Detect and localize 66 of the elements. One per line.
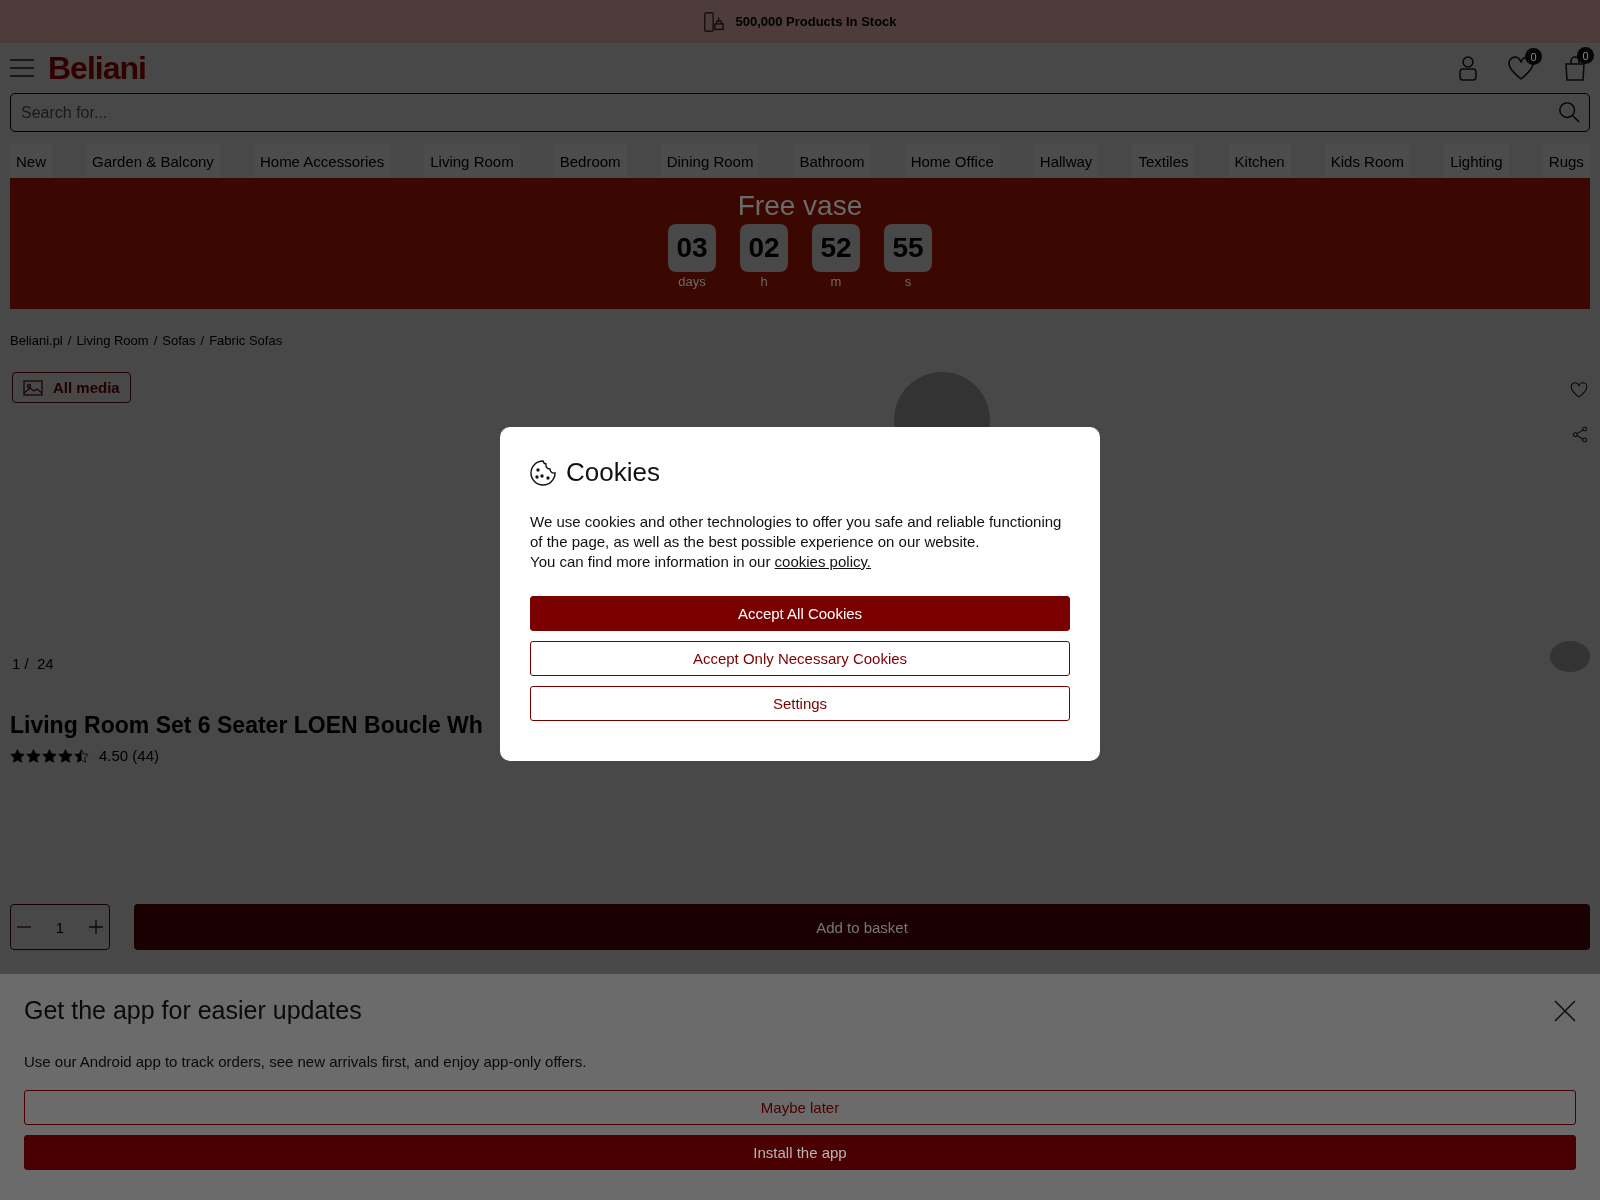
image-counter: 1 / 24: [12, 655, 54, 672]
banner-title: Get the app for easier updates: [24, 996, 362, 1025]
breadcrumb-separator: /: [153, 333, 158, 348]
image-icon: [23, 379, 43, 396]
nav-link[interactable]: Hallway: [1033, 144, 1099, 178]
cookie-option-button[interactable]: Accept Only Necessary Cookies: [530, 641, 1070, 676]
nav-link[interactable]: Bedroom: [553, 144, 627, 178]
breadcrumb-link[interactable]: Fabric Sofas: [209, 333, 283, 348]
accept-all-button[interactable]: Accept All Cookies: [530, 596, 1070, 631]
furniture-icon: [703, 10, 726, 33]
menu-icon[interactable]: [10, 59, 34, 77]
star-icon: [10, 748, 25, 763]
breadcrumb-separator: /: [67, 333, 72, 348]
plus-icon[interactable]: [89, 920, 103, 934]
nav-link[interactable]: Kitchen: [1228, 144, 1291, 178]
countdown-unit: h: [760, 274, 768, 289]
basket-count-badge: 0: [1577, 47, 1594, 64]
countdown-unit: m: [830, 274, 842, 289]
search-icon[interactable]: [1558, 101, 1580, 123]
promo-text: 500,000 Products In Stock: [735, 14, 897, 29]
heart-icon[interactable]: [1568, 382, 1590, 398]
countdown-unit: days: [678, 274, 706, 289]
nav-link[interactable]: Garden & Balcony: [86, 144, 220, 178]
add-to-basket-button[interactable]: Add to basket: [134, 904, 1590, 950]
cookie-option-button[interactable]: Settings: [530, 686, 1070, 721]
star-icon: [42, 748, 57, 763]
logo[interactable]: Beliani: [48, 49, 146, 87]
breadcrumb-link[interactable]: Sofas: [162, 333, 196, 348]
breadcrumb-link[interactable]: Beliani.pl: [10, 333, 63, 348]
dialog-text: We use cookies and other technologies to offer you safe and reliable functioning of the page, as well as the best possible experience on our website.: [530, 512, 1063, 552]
nav-link[interactable]: Lighting: [1444, 144, 1509, 178]
countdown-value: 02: [740, 224, 788, 272]
product-title: Living Room Set 6 Seater LOEN Boucle Wh: [10, 712, 483, 739]
dialog-title: Cookies: [566, 457, 660, 488]
nav-link[interactable]: Kids Room: [1324, 144, 1411, 178]
breadcrumb-separator: /: [200, 333, 205, 348]
star-icon: [58, 748, 73, 763]
all-media-button[interactable]: All media: [12, 372, 131, 403]
nav-link[interactable]: Rugs: [1542, 144, 1590, 178]
dialog-info-text: You can find more information in our cookies policy.: [530, 552, 873, 572]
promo-title: Free vase: [737, 190, 863, 222]
rating-text: 4.50 (44): [99, 747, 160, 764]
nav-link[interactable]: Living Room: [424, 144, 520, 178]
later-button[interactable]: Maybe later: [24, 1090, 1576, 1125]
share-icon[interactable]: [1570, 425, 1590, 443]
nav-link[interactable]: Home Accessories: [253, 144, 391, 178]
wishlist-count-badge: 0: [1525, 48, 1542, 65]
close-button[interactable]: [1554, 999, 1576, 1022]
countdown-unit: s: [904, 274, 912, 289]
nav-link[interactable]: New: [10, 144, 52, 178]
countdown-value: 55: [884, 224, 932, 272]
nav-link[interactable]: Bathroom: [793, 144, 871, 178]
countdown-value: 03: [668, 224, 716, 272]
quantity-field[interactable]: 1: [10, 904, 110, 950]
nav-link[interactable]: Textiles: [1132, 144, 1195, 178]
star-icon: [26, 748, 41, 763]
user-icon[interactable]: [1458, 55, 1478, 81]
cookies-policy-link[interactable]: cookies policy.: [774, 553, 872, 570]
nav-link[interactable]: Dining Room: [660, 144, 760, 178]
countdown-value: 52: [812, 224, 860, 272]
install-button[interactable]: Install the app: [24, 1135, 1576, 1170]
nav-link[interactable]: Home Office: [904, 144, 1000, 178]
breadcrumb-link[interactable]: Living Room: [76, 333, 149, 348]
half-star-icon: [74, 748, 89, 763]
banner-text: Use our Android app to track orders, see new arrivals first, and enjoy app-only offers.: [24, 1053, 588, 1070]
cookie-icon: [530, 459, 556, 486]
